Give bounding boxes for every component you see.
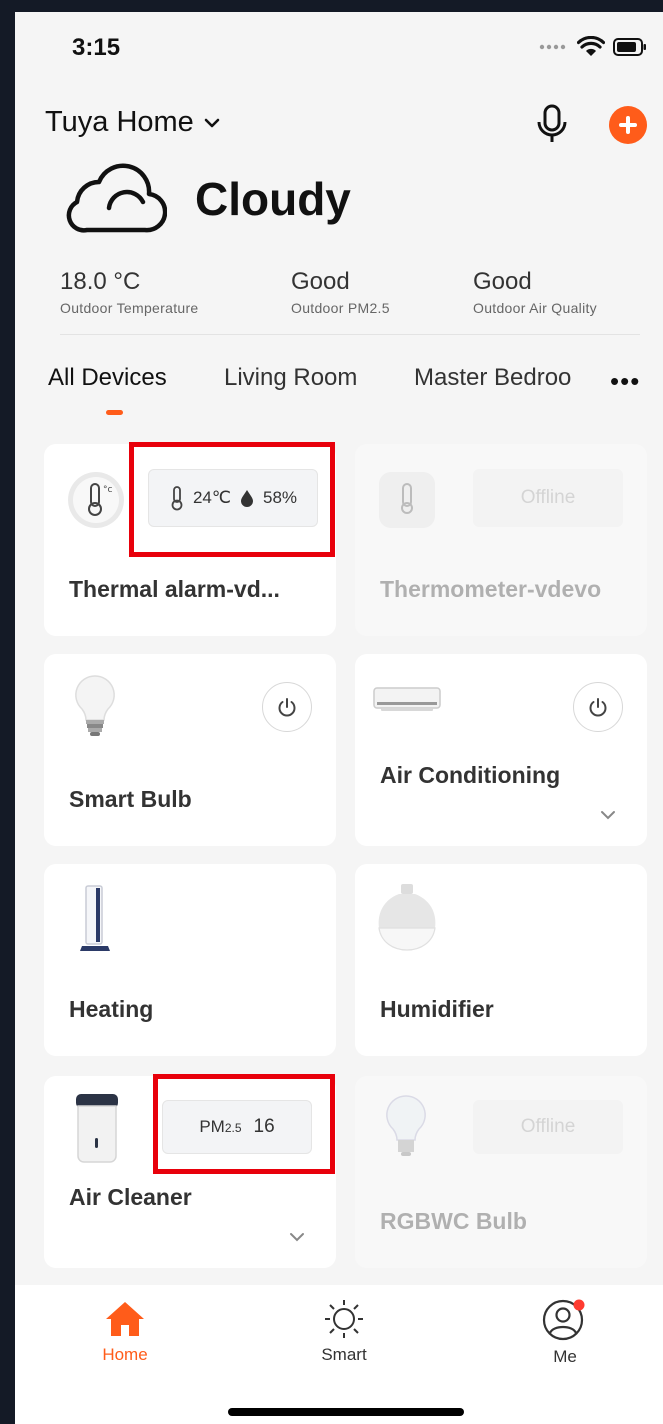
device-name: Heating [69, 996, 154, 1022]
stat-value: Good [291, 268, 350, 295]
power-icon [589, 698, 607, 717]
tab-master-bedroom[interactable]: Master Bedroo [414, 364, 571, 392]
device-card-thermometer[interactable]: Offline Thermometer-vdevo [355, 444, 647, 636]
chevron-down-icon[interactable] [289, 1232, 305, 1242]
cloud-icon [66, 163, 167, 233]
sun-icon [325, 1300, 363, 1338]
home-selector[interactable]: Tuya Home [45, 106, 220, 139]
room-tabs: All Devices Living Room Master Bedroo [15, 364, 663, 424]
stat-outdoor-pm25: Good Outdoor PM2.5 [291, 268, 390, 316]
thermometer-sensor-icon: °c [68, 472, 124, 528]
nav-label: Home [102, 1345, 148, 1364]
device-name: Smart Bulb [69, 786, 192, 812]
home-name: Tuya Home [45, 106, 194, 138]
user-icon [542, 1299, 585, 1341]
heater-icon [80, 885, 110, 951]
chevron-down-icon[interactable] [600, 810, 616, 820]
device-name: Thermometer-vdevo [380, 576, 602, 602]
tab-indicator [106, 410, 123, 415]
stat-value: Good [473, 268, 532, 295]
highlight-box [129, 442, 335, 557]
wifi-icon [577, 36, 605, 56]
bulb-icon [75, 675, 115, 736]
device-name: RGBWC Bulb [380, 1208, 527, 1234]
stat-outdoor-temperature: 18.0 °C Outdoor Temperature [60, 268, 199, 316]
bulb-icon [386, 1095, 426, 1156]
device-card-rgbwc-bulb[interactable]: Offline RGBWC Bulb [355, 1076, 647, 1268]
humidifier-icon [378, 884, 436, 951]
air-purifier-icon [76, 1094, 118, 1163]
device-card-humidifier[interactable]: Humidifier [355, 864, 647, 1056]
home-icon [106, 1302, 144, 1336]
power-icon [278, 698, 296, 717]
stat-outdoor-air-quality: Good Outdoor Air Quality [473, 268, 597, 316]
microphone-icon[interactable] [534, 102, 570, 146]
offline-label: Offline [473, 469, 623, 527]
stat-value: 18.0 °C [60, 268, 141, 295]
signal-dots-icon [539, 44, 566, 50]
status-bar: 3:15 [15, 12, 663, 82]
home-indicator [228, 1408, 464, 1416]
device-card-air-conditioning[interactable]: Air Conditioning [355, 654, 647, 846]
nav-label: Me [553, 1347, 577, 1366]
weather-condition: Cloudy [195, 173, 351, 225]
device-card-heating[interactable]: Heating [44, 864, 336, 1056]
nav-home[interactable]: Home [75, 1299, 175, 1365]
more-tabs-button[interactable]: ••• [610, 366, 640, 397]
highlight-box [153, 1074, 335, 1174]
thermometer-sensor-icon [379, 472, 435, 528]
power-button[interactable] [573, 682, 623, 732]
svg-text:°c: °c [103, 485, 113, 495]
device-name: Humidifier [380, 996, 494, 1022]
tab-all-devices[interactable]: All Devices [48, 364, 167, 392]
stat-label: Outdoor PM2.5 [291, 300, 390, 316]
power-button[interactable] [262, 682, 312, 732]
notification-badge [573, 1299, 585, 1311]
battery-icon [613, 38, 646, 56]
device-name: Air Conditioning [380, 762, 561, 788]
tab-living-room[interactable]: Living Room [224, 364, 357, 392]
chevron-down-icon [204, 118, 220, 127]
status-icons [539, 36, 647, 58]
tabs-fade [575, 362, 605, 402]
add-device-button[interactable] [609, 106, 647, 144]
device-name: Air Cleaner [69, 1184, 192, 1210]
header: Tuya Home [15, 102, 663, 152]
bottom-nav: Home Smart Me [15, 1285, 663, 1424]
offline-label: Offline [473, 1100, 623, 1154]
air-conditioner-icon [373, 687, 441, 711]
nav-label: Smart [321, 1345, 367, 1364]
stat-label: Outdoor Air Quality [473, 300, 597, 316]
status-time: 3:15 [72, 34, 121, 61]
device-name: Thermal alarm-vd... [69, 576, 280, 602]
app-screen: 3:15 Tuya Home Cloudy 18.0 °C Outdoor Te… [15, 12, 663, 1424]
stat-label: Outdoor Temperature [60, 300, 199, 316]
divider [60, 334, 640, 335]
nav-smart[interactable]: Smart [294, 1299, 394, 1365]
device-card-smart-bulb[interactable]: Smart Bulb [44, 654, 336, 846]
nav-me[interactable]: Me [515, 1299, 615, 1367]
